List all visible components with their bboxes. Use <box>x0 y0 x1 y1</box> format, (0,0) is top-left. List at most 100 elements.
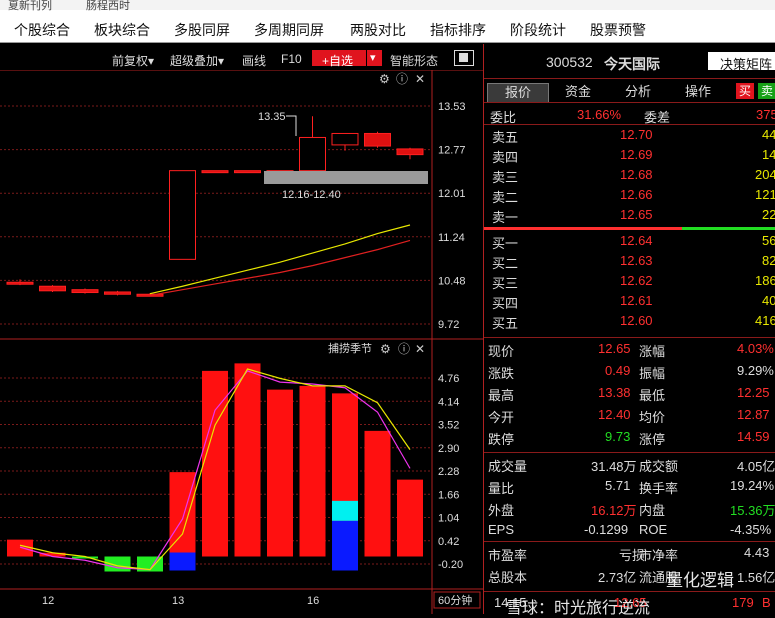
decision-matrix-button[interactable]: 决策矩阵 <box>708 52 775 72</box>
menu-sector-overview[interactable]: 板块综合 <box>94 20 150 40</box>
tab-analysis[interactable]: 分析 <box>609 83 667 101</box>
indicator-inner-bar-blue <box>332 520 358 571</box>
order-price: 12.64 <box>620 233 653 248</box>
watermark-logo: 雪球：时光旅行逆流 <box>506 594 650 618</box>
gear-icon-indicator[interactable]: ⚙ <box>380 342 391 356</box>
indicator-tick: 2.28 <box>438 466 459 478</box>
price-tick: 12.01 <box>438 188 466 200</box>
stock-name: 今天国际 <box>604 56 660 72</box>
menu-multi-period[interactable]: 多周期同屏 <box>254 20 324 40</box>
sell-strength-bar <box>682 227 775 230</box>
watermark-text: 雪球：时光旅行逆流 <box>506 600 651 617</box>
indicator-tick: 4.76 <box>438 373 459 385</box>
sell-button[interactable]: 卖 <box>758 83 775 99</box>
price-tick: 9.72 <box>438 319 459 331</box>
order-level-label: 买一 <box>492 236 519 251</box>
stat-label: 均价 <box>639 410 666 425</box>
indicator-tick: 2.90 <box>438 443 459 455</box>
divider <box>484 124 775 125</box>
tab-funds[interactable]: 资金 <box>549 83 607 101</box>
candle-body <box>234 170 261 174</box>
candle-body <box>39 285 66 292</box>
indicator-inner-bar-blue <box>169 552 196 571</box>
window-toggle-icon[interactable] <box>454 50 474 66</box>
stat-value: 15.36万 <box>730 503 775 518</box>
tab-cut-left[interactable]: 夏新刊列 <box>8 0 52 13</box>
divider <box>484 337 775 338</box>
indicator-axis: 4.76 4.14 3.52 2.90 2.28 1.66 1.04 0.42 -0.20 <box>438 373 463 571</box>
indicator-bar <box>267 389 293 557</box>
menu-compare[interactable]: 两股对比 <box>350 20 406 40</box>
order-level-label: 买五 <box>492 316 519 331</box>
order-price: 12.65 <box>620 207 653 222</box>
high-pointer <box>286 115 297 136</box>
stat-label: 外盘 <box>488 503 515 518</box>
menu-stock-alert[interactable]: 股票预警 <box>590 20 646 40</box>
tick-direction: B <box>762 595 771 610</box>
order-volume: 40 <box>762 293 775 308</box>
candle-body <box>104 291 131 295</box>
tab-cut-right[interactable]: 肠程西时 <box>86 0 130 13</box>
buy-strength-bar <box>484 227 682 230</box>
chevron-down-icon[interactable]: ▾ <box>370 51 376 64</box>
overlay-dropdown[interactable]: 超级叠加▾ <box>170 52 224 69</box>
add-divider <box>366 50 367 66</box>
tab-operate[interactable]: 操作 <box>669 83 727 101</box>
gear-icon[interactable]: ⚙ <box>379 72 390 86</box>
order-volume: 44 <box>762 127 775 142</box>
f10-button[interactable]: F10 <box>281 52 302 66</box>
stat-value: 13.38 <box>598 385 631 400</box>
stock-code: 300532 <box>546 54 593 70</box>
period-label[interactable]: 60分钟 <box>438 593 472 607</box>
close-icon-top[interactable]: ✕ <box>415 72 425 86</box>
stat-label: 成交额 <box>639 459 679 474</box>
tab-quote[interactable]: 报价 <box>487 83 549 103</box>
stat-label: 内盘 <box>639 503 666 518</box>
stat-label: 今开 <box>488 410 515 425</box>
order-level-label: 卖一 <box>492 210 519 225</box>
price-tick: 12.77 <box>438 145 466 157</box>
stat-label: 现价 <box>488 344 515 359</box>
candle-body <box>331 132 359 146</box>
menu-stock-overview[interactable]: 个股综合 <box>14 20 70 40</box>
close-icon[interactable]: ✕ <box>415 342 425 356</box>
stat-value: 12.87 <box>737 407 770 422</box>
menu-stage-stats[interactable]: 阶段统计 <box>510 20 566 40</box>
candle-body <box>299 136 326 172</box>
indicator-inner-bar-cyan <box>332 500 358 521</box>
candles <box>6 116 424 297</box>
divider <box>484 591 775 592</box>
stat-value: 9.29% <box>737 363 774 378</box>
candle-body <box>396 148 424 156</box>
stat-label: ROE <box>639 522 668 537</box>
order-price: 12.60 <box>620 313 653 328</box>
candle-body <box>201 170 229 174</box>
menu-multi-stock[interactable]: 多股同屏 <box>174 20 230 40</box>
add-watchlist-button[interactable]: +自选 ▾ <box>312 50 382 68</box>
indicator-name[interactable]: 捕捞季节 <box>328 341 372 355</box>
indicator-bar <box>299 385 326 557</box>
adjust-dropdown[interactable]: 前复权▾ <box>112 52 154 69</box>
candle-body <box>6 281 34 285</box>
stat-value: 4.03% <box>737 341 774 356</box>
indicator-tick: -0.20 <box>438 559 463 571</box>
stat-value: 1.56亿 <box>737 570 775 585</box>
stat-label: 最高 <box>488 388 515 403</box>
decision-matrix-label: 决策矩阵 <box>720 57 773 72</box>
help-icon-top[interactable]: ⓘ <box>396 72 408 86</box>
divider <box>484 541 775 542</box>
draw-line-button[interactable]: 画线 <box>242 52 266 69</box>
divider <box>484 102 775 103</box>
range-annotation: 12.16-12.40 <box>282 189 341 201</box>
menu-indicator-sort[interactable]: 指标排序 <box>430 20 486 40</box>
order-level-label: 卖五 <box>492 130 519 145</box>
smart-shape-button[interactable]: 智能形态 <box>390 52 438 69</box>
indicator-tick: 1.04 <box>438 513 459 525</box>
chart-toolbar: 前复权▾ 超级叠加▾ 画线 F10 +自选 ▾ 智能形态 <box>0 44 482 70</box>
order-volume: 22 <box>762 207 775 222</box>
buy-button[interactable]: 买 <box>736 83 754 99</box>
order-volume: 204 <box>755 167 775 182</box>
order-price: 12.66 <box>620 187 653 202</box>
help-icon[interactable]: ⓘ <box>398 342 410 356</box>
stat-value: 2.73亿 <box>598 570 637 585</box>
